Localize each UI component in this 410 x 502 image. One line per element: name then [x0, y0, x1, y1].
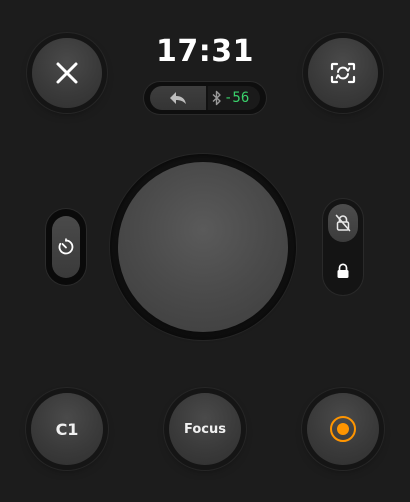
screenshot-button[interactable] [308, 38, 378, 108]
joystick-knob[interactable] [118, 162, 288, 332]
lock-icon [336, 263, 350, 279]
signal-indicator: -56 [208, 86, 260, 110]
lock-off-option[interactable] [328, 204, 358, 242]
timer-button[interactable] [52, 216, 80, 278]
bluetooth-icon [212, 90, 222, 106]
record-icon [328, 414, 358, 444]
c1-button[interactable]: C1 [31, 393, 103, 465]
focus-button[interactable]: Focus [169, 393, 241, 465]
lock-off-icon [335, 214, 351, 232]
record-button[interactable] [307, 393, 379, 465]
back-button[interactable] [150, 86, 206, 110]
screenshot-icon [330, 62, 356, 84]
status-pill: -56 [144, 82, 266, 114]
lock-on-option[interactable] [328, 252, 358, 290]
focus-label: Focus [184, 421, 226, 437]
signal-value: -56 [224, 90, 250, 106]
back-arrow-icon [169, 91, 187, 105]
timer-icon [57, 238, 75, 256]
c1-label: C1 [55, 419, 79, 439]
